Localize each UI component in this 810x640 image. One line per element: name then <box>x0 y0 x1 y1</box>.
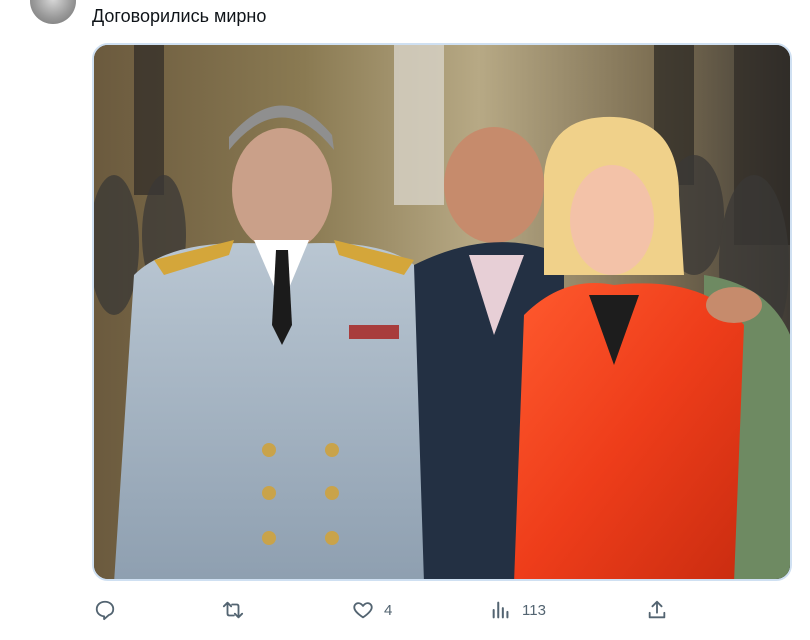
reply-icon <box>95 600 115 621</box>
like-button[interactable]: 4 <box>352 592 392 628</box>
tweet-actions-bar: 4 113 <box>0 592 810 628</box>
views-chart-icon <box>492 601 509 619</box>
photo-content <box>94 45 790 579</box>
views-button[interactable]: 113 <box>490 592 546 628</box>
tweet-text: Договорились мирно <box>92 6 267 26</box>
retweet-button[interactable] <box>222 592 254 628</box>
avatar[interactable] <box>30 0 76 24</box>
tweet-photo[interactable] <box>92 43 792 581</box>
retweet-icon <box>222 601 244 619</box>
share-button[interactable] <box>646 592 668 628</box>
heart-icon <box>353 602 373 619</box>
share-icon <box>648 600 666 619</box>
like-count: 4 <box>384 601 393 619</box>
views-count: 113 <box>522 601 546 619</box>
reply-button[interactable] <box>94 592 126 628</box>
